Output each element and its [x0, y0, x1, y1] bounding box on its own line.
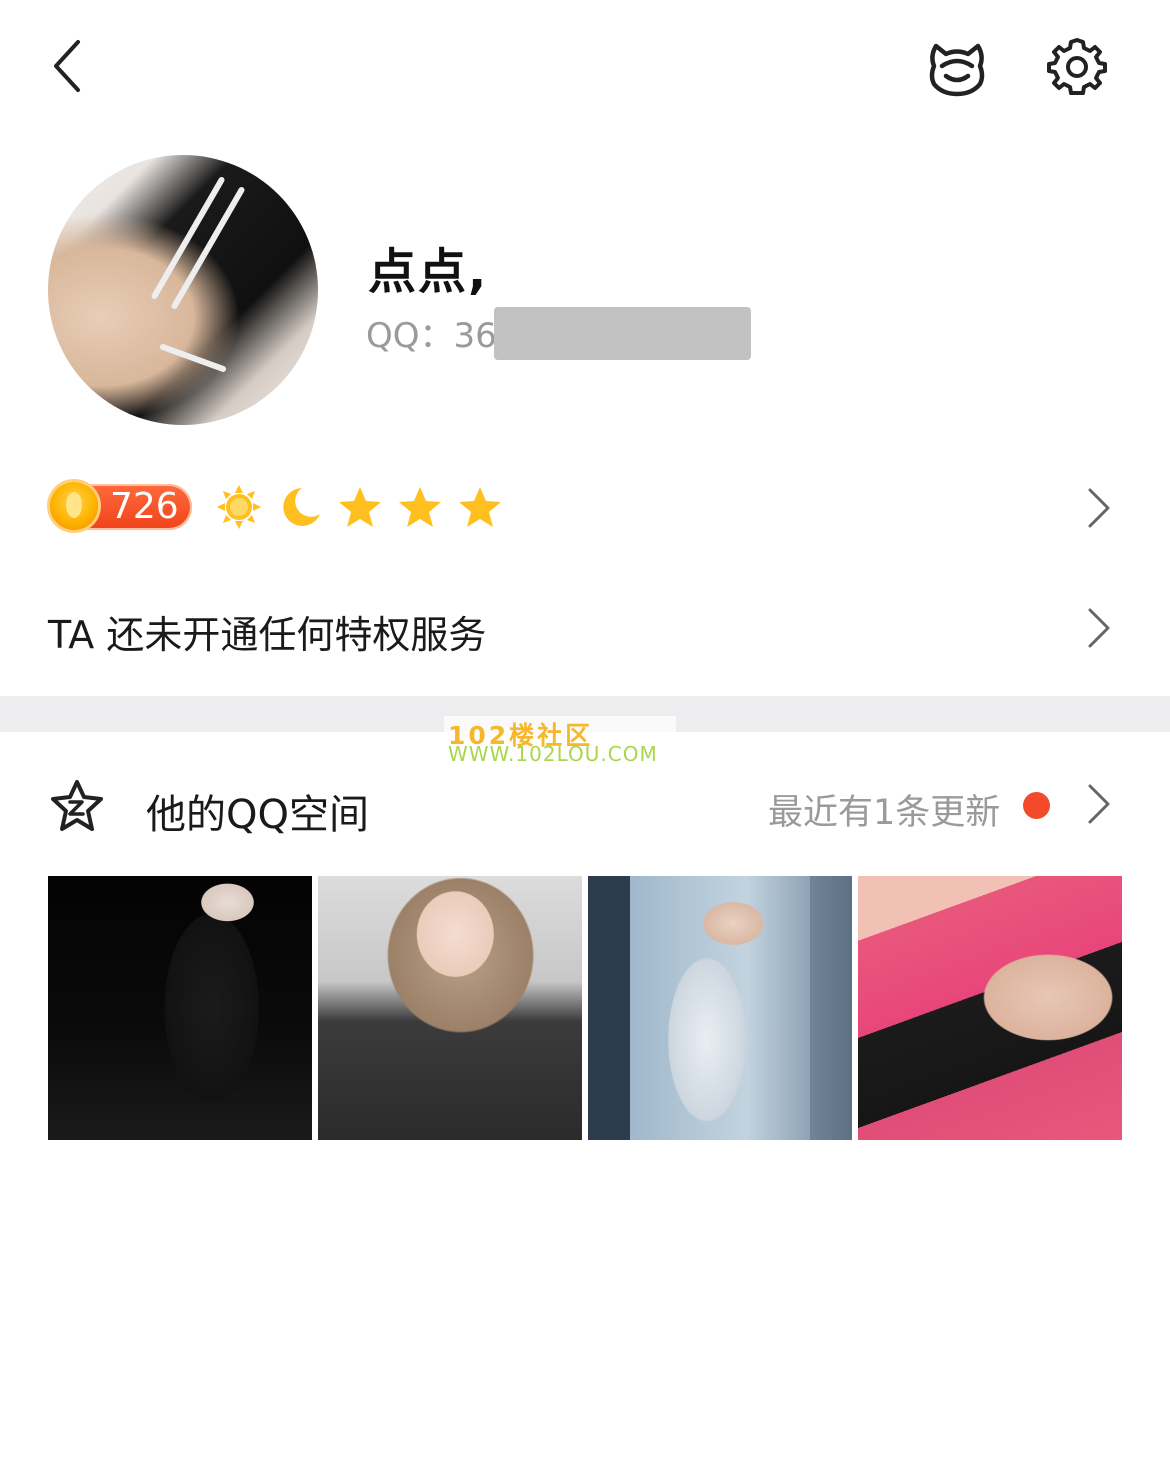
qq-number-redaction — [494, 307, 751, 360]
settings-button[interactable] — [1046, 36, 1108, 98]
star-icon — [339, 487, 381, 527]
level-badge: 726 — [48, 482, 192, 530]
star-icon — [399, 487, 441, 527]
qzone-update-text: 最近有1条更新 — [768, 793, 1001, 833]
star-icon — [459, 487, 501, 527]
qzone-photo-2[interactable] — [318, 876, 582, 1140]
chevron-right-icon — [1088, 608, 1110, 648]
qzone-photo-4[interactable] — [858, 876, 1122, 1140]
privilege-text: TA 还未开通任何特权服务 — [48, 613, 487, 657]
avatar[interactable] — [48, 155, 318, 425]
qq-number: QQ：36 — [366, 316, 497, 356]
coin-icon — [50, 482, 98, 530]
back-button[interactable] — [40, 30, 100, 102]
qzone-photo-1[interactable] — [48, 876, 312, 1140]
qzone-photo-3[interactable] — [588, 876, 852, 1140]
update-dot — [1023, 792, 1050, 819]
chevron-right-icon — [1088, 488, 1110, 528]
pet-icon — [929, 43, 985, 97]
sun-icon — [217, 485, 261, 529]
pet-button[interactable] — [922, 36, 992, 98]
chevron-left-icon — [54, 40, 80, 92]
qzone-star-icon — [51, 780, 103, 831]
gear-icon — [1047, 38, 1107, 95]
qzone-title: 他的QQ空间 — [146, 792, 369, 838]
level-value: 726 — [110, 486, 179, 527]
moon-icon — [283, 488, 320, 526]
nickname: 点点, — [368, 244, 489, 300]
chevron-right-icon — [1088, 784, 1110, 824]
